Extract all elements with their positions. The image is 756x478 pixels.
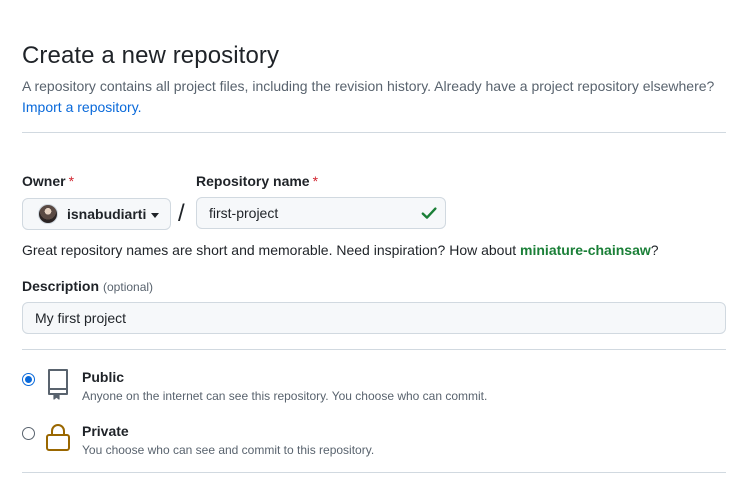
required-mark: * — [68, 173, 75, 189]
caret-down-icon — [151, 212, 160, 218]
private-description: You choose who can see and commit to thi… — [82, 443, 375, 457]
owner-repo-separator: / — [178, 200, 185, 227]
public-description: Anyone on the internet can see this repo… — [82, 389, 488, 403]
owner-name: isnabudiarti — [67, 206, 147, 222]
public-title: Public — [82, 369, 125, 385]
create-repo-page: Create a new repository A repository con… — [0, 0, 756, 478]
section-divider — [22, 472, 726, 473]
page-subtitle: A repository contains all project files,… — [22, 76, 732, 118]
private-radio[interactable] — [22, 427, 35, 440]
owner-dropdown[interactable]: isnabudiarti — [22, 198, 171, 230]
required-mark: * — [312, 173, 319, 189]
repository-name-input[interactable] — [196, 197, 446, 229]
lock-icon — [46, 424, 70, 451]
description-label: Description (optional) — [22, 278, 154, 294]
name-suggestion[interactable]: miniature-chainsaw — [520, 242, 651, 258]
section-divider — [22, 349, 726, 350]
section-divider — [22, 132, 726, 133]
description-input[interactable] — [22, 302, 726, 334]
optional-tag: (optional) — [103, 280, 154, 294]
repository-name-label: Repository name * — [196, 173, 319, 189]
avatar — [38, 204, 58, 224]
repo-icon — [48, 369, 68, 400]
page-title: Create a new repository — [22, 42, 280, 69]
owner-label: Owner * — [22, 173, 75, 189]
subtitle-text: A repository contains all project files,… — [22, 78, 715, 94]
import-repository-link[interactable]: Import a repository. — [22, 99, 142, 115]
repository-name-hint: Great repository names are short and mem… — [22, 242, 659, 258]
private-title: Private — [82, 423, 129, 439]
check-icon — [421, 207, 437, 219]
public-radio[interactable] — [22, 373, 35, 386]
